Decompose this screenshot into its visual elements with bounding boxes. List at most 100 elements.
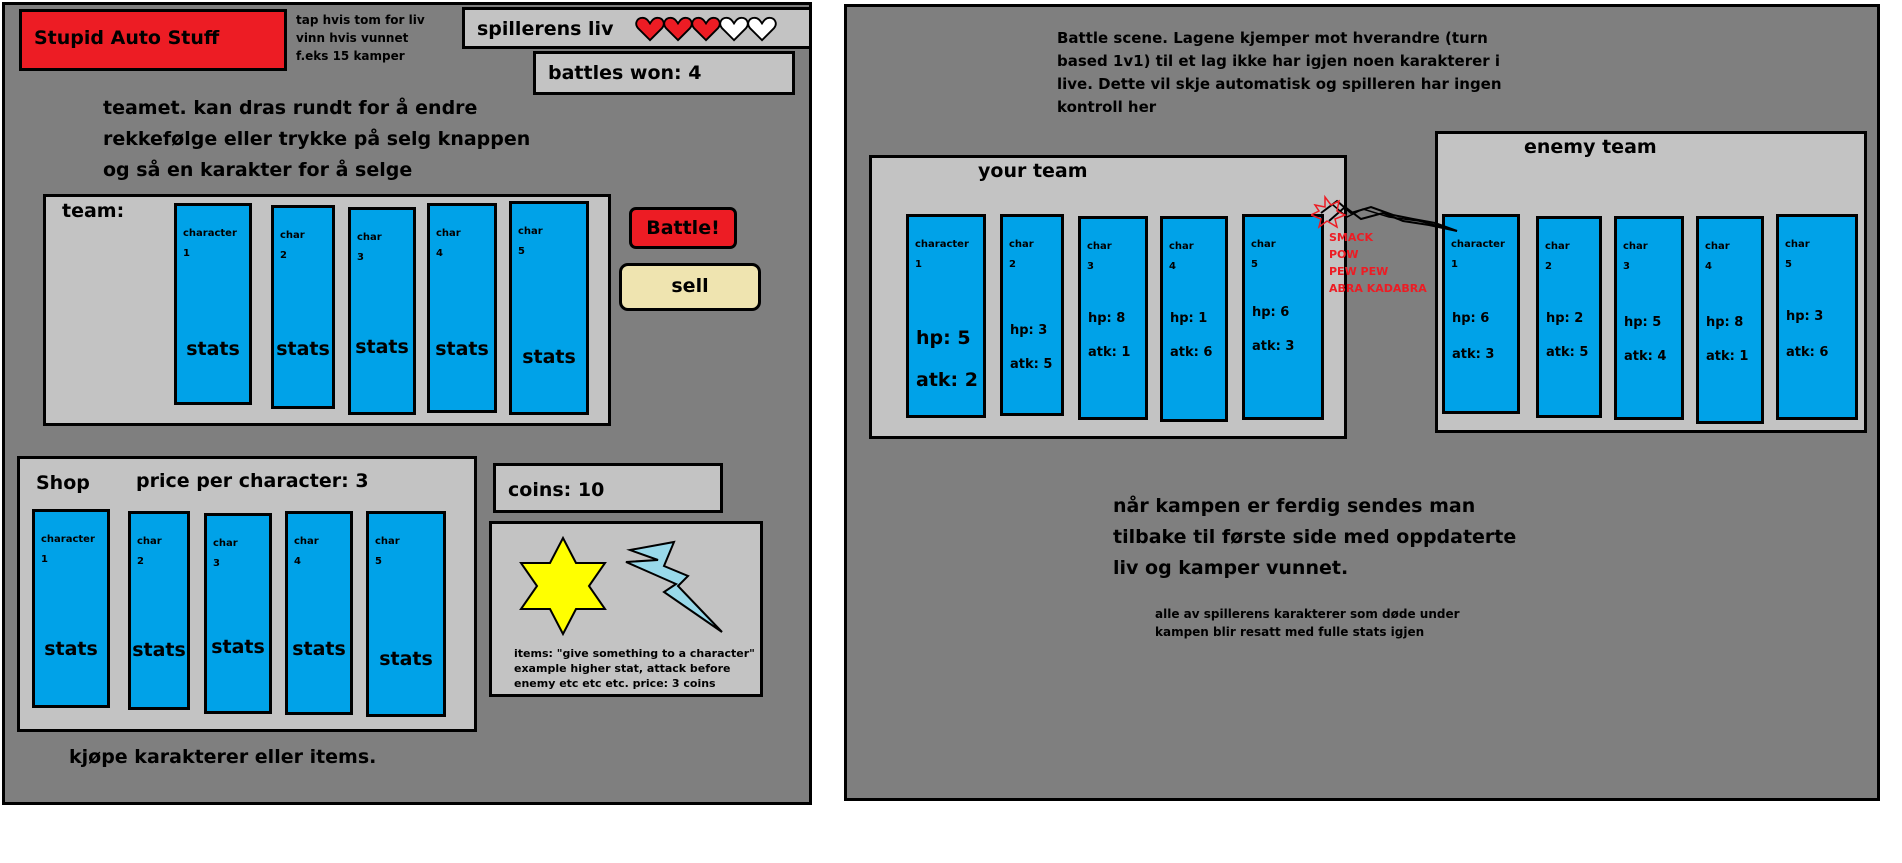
card-stats: stats	[44, 638, 98, 660]
team-character-card[interactable]: char 5 stats	[509, 201, 589, 415]
enemy-character-card: char 2 hp: 2 atk: 5	[1536, 216, 1602, 418]
shop-screen: Stupid Auto Stuff tap hvis tom for liv v…	[2, 2, 812, 805]
items-box: items: "give something to a character" e…	[489, 521, 763, 697]
shop-character-card[interactable]: char 4 stats	[285, 511, 353, 715]
shop-note: kjøpe karakterer eller items.	[69, 746, 377, 768]
card-name: char 2	[137, 536, 162, 567]
card-name: char 2	[1545, 241, 1570, 272]
tap-note: tap hvis tom for liv vinn hvis vunnet f.…	[296, 13, 425, 63]
lives-hearts	[635, 16, 815, 46]
card-stats: stats	[355, 336, 409, 358]
card-stats: stats	[276, 338, 330, 360]
card-name: char 3	[1623, 241, 1648, 272]
card-name: char 4	[294, 536, 319, 567]
card-atk: atk: 3	[1252, 339, 1295, 354]
battle-note: Battle scene. Lagene kjemper mot hverand…	[1057, 29, 1502, 116]
battle-screen: Battle scene. Lagene kjemper mot hverand…	[844, 4, 1880, 801]
reset-note: alle av spillerens karakterer som døde u…	[1155, 607, 1460, 639]
your-team-character-card: char 2 hp: 3 atk: 5	[1000, 214, 1064, 416]
card-name: char 4	[1169, 241, 1194, 272]
enemy-team-label: enemy team	[1524, 136, 1657, 158]
card-atk: atk: 3	[1452, 347, 1495, 362]
card-name: character 1	[41, 534, 95, 565]
card-stats: stats	[435, 338, 489, 360]
team-box: team: character 1 stats char 2 stats cha…	[43, 194, 611, 426]
shop-character-card[interactable]: char 2 stats	[128, 511, 190, 710]
shop-character-card[interactable]: char 5 stats	[366, 511, 446, 717]
card-name: char 2	[1009, 239, 1034, 270]
card-hp: hp: 3	[1010, 323, 1048, 338]
sell-button[interactable]: sell	[619, 263, 761, 311]
shop-character-card[interactable]: character 1 stats	[32, 509, 110, 708]
card-name: char 2	[280, 230, 305, 261]
card-atk: atk: 4	[1624, 349, 1667, 364]
battles-won-box: battles won: 4	[533, 51, 795, 95]
team-character-card[interactable]: char 2 stats	[271, 205, 335, 409]
enemy-character-card: char 5 hp: 3 atk: 6	[1776, 214, 1858, 420]
shop-box: Shop price per character: 3 character 1 …	[17, 456, 477, 732]
card-name: character 1	[915, 239, 969, 270]
card-name: char 5	[1785, 239, 1810, 270]
card-stats: stats	[522, 346, 576, 368]
card-stats: stats	[186, 338, 240, 360]
enemy-team-box: enemy team character 1 hp: 6 atk: 3 char…	[1435, 131, 1867, 433]
card-name: char 5	[518, 226, 543, 257]
clash-text: SMACK POW PEW PEW ABRA KADABRA	[1329, 231, 1427, 295]
card-name: char 4	[436, 228, 461, 259]
heart-full-icon	[663, 16, 693, 42]
coins: coins: 10	[508, 479, 605, 501]
card-hp: hp: 5	[1624, 315, 1662, 330]
card-atk: atk: 1	[1088, 345, 1131, 360]
card-atk: atk: 2	[916, 369, 978, 391]
your-team-box: your team character 1 hp: 5 atk: 2 char …	[869, 155, 1347, 439]
team-note: teamet. kan dras rundt for å endre rekke…	[103, 97, 531, 181]
battle-button-label: Battle!	[646, 217, 720, 239]
card-name: char 3	[213, 538, 238, 569]
card-name: character 1	[183, 228, 237, 259]
card-stats: stats	[211, 636, 265, 658]
enemy-character-card: character 1 hp: 6 atk: 3	[1442, 214, 1520, 414]
card-stats: stats	[132, 639, 186, 661]
app-title: Stupid Auto Stuff	[34, 27, 220, 49]
card-name: char 3	[357, 232, 382, 263]
card-atk: atk: 5	[1010, 357, 1053, 372]
items-note: items: "give something to a character" e…	[514, 647, 755, 690]
star-item-icon[interactable]	[518, 536, 608, 636]
heart-empty-icon	[719, 16, 749, 42]
team-character-card[interactable]: character 1 stats	[174, 203, 252, 405]
shop-character-card[interactable]: char 3 stats	[204, 513, 272, 714]
your-team-character-card: char 5 hp: 6 atk: 3	[1242, 214, 1324, 420]
card-name: char 3	[1087, 241, 1112, 272]
sell-button-label: sell	[671, 275, 709, 297]
coins-box: coins: 10	[493, 463, 723, 513]
card-name: char 5	[1251, 239, 1276, 270]
card-atk: atk: 1	[1706, 349, 1749, 364]
title-box: Stupid Auto Stuff	[19, 9, 287, 71]
lightning-item-icon[interactable]	[624, 540, 724, 636]
heart-full-icon	[691, 16, 721, 42]
end-note: når kampen er ferdig sendes man tilbake …	[1113, 495, 1517, 579]
card-stats: stats	[379, 648, 433, 670]
enemy-character-card: char 3 hp: 5 atk: 4	[1614, 216, 1684, 420]
card-name: char 4	[1705, 241, 1730, 272]
card-hp: hp: 3	[1786, 309, 1824, 324]
heart-full-icon	[635, 16, 665, 42]
heart-empty-icon	[747, 16, 777, 42]
team-character-card[interactable]: char 3 stats	[348, 207, 416, 415]
lives-box: spillerens liv	[462, 7, 812, 49]
card-atk: atk: 5	[1546, 345, 1589, 360]
team-character-card[interactable]: char 4 stats	[427, 203, 497, 413]
lives-label: spillerens liv	[477, 18, 614, 40]
shop-label: Shop	[36, 472, 90, 494]
battles-won: battles won: 4	[548, 62, 702, 84]
card-name: char 5	[375, 536, 400, 567]
battle-button[interactable]: Battle!	[629, 207, 737, 249]
card-hp: hp: 6	[1452, 311, 1490, 326]
card-hp: hp: 8	[1088, 311, 1126, 326]
card-hp: hp: 1	[1170, 311, 1208, 326]
card-hp: hp: 5	[916, 327, 971, 349]
your-team-label: your team	[978, 160, 1088, 182]
enemy-character-card: char 4 hp: 8 atk: 1	[1696, 216, 1764, 424]
your-team-character-card: char 4 hp: 1 atk: 6	[1160, 216, 1228, 422]
card-hp: hp: 8	[1706, 315, 1744, 330]
